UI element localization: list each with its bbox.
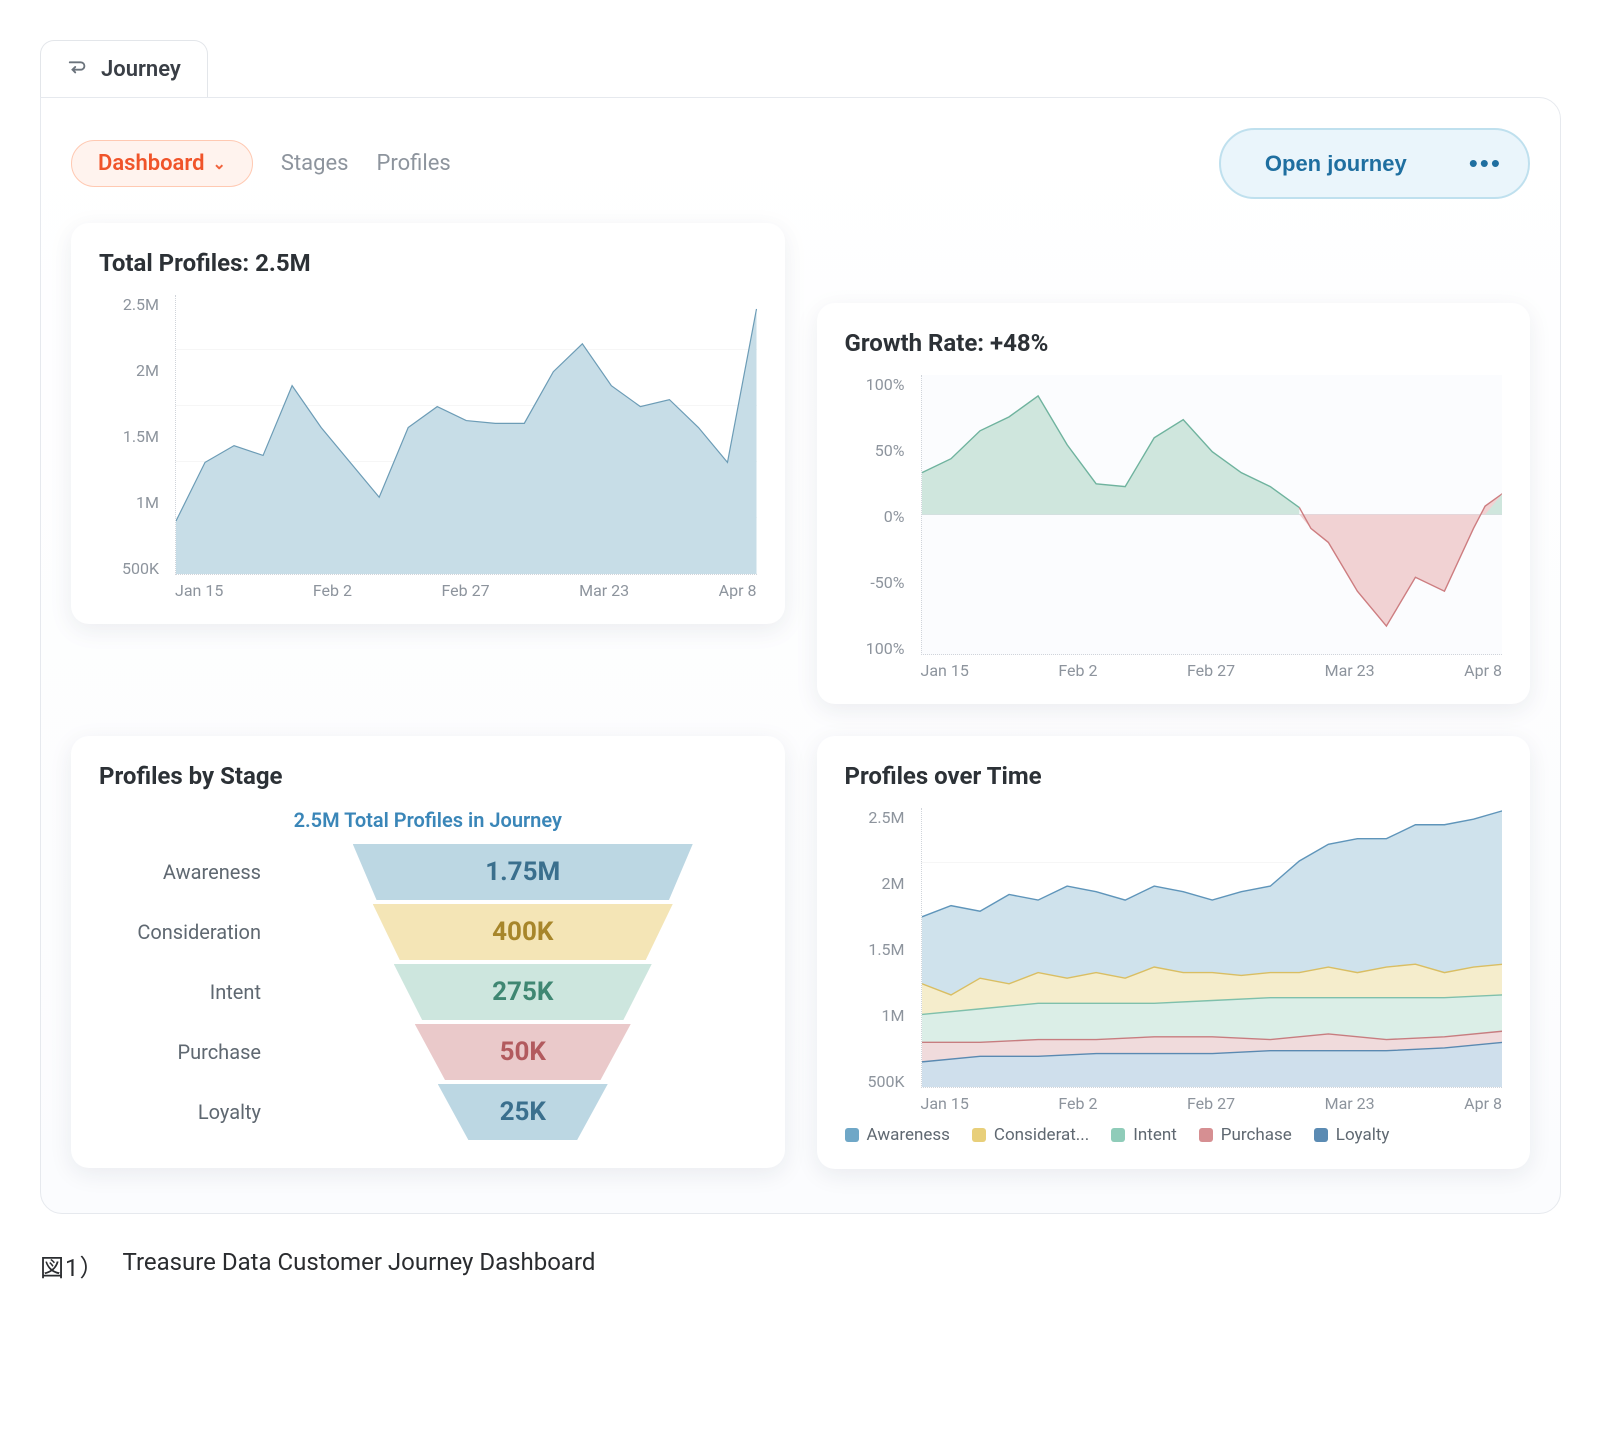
funnel-row-loyalty: Loyalty 25K <box>99 1084 757 1140</box>
y-tick: -50% <box>845 573 905 592</box>
y-tick: 2M <box>845 874 905 893</box>
tab-profiles[interactable]: Profiles <box>377 151 451 176</box>
y-tick: 2.5M <box>99 295 159 314</box>
funnel-label: Consideration <box>99 920 279 944</box>
y-tick: 1.5M <box>99 427 159 446</box>
legend-item-consideration: Considerat... <box>972 1125 1089 1145</box>
y-tick: 50% <box>845 441 905 460</box>
card-profiles-over-time-title: Profiles over Time <box>845 762 1503 790</box>
legend-swatch-icon <box>1199 1128 1213 1142</box>
x-tick: Feb 27 <box>1187 661 1235 680</box>
area-chart <box>922 375 1503 654</box>
y-tick: 2M <box>99 361 159 380</box>
funnel-row-consideration: Consideration 400K <box>99 904 757 960</box>
card-profiles-over-time: Profiles over Time 2.5M 2M 1.5M 1M 500K <box>817 736 1531 1169</box>
main-panel: Dashboard ⌄ Stages Profiles Open journey… <box>40 97 1561 1214</box>
funnel-value: 50K <box>415 1024 631 1080</box>
app-tab-label: Journey <box>101 57 181 82</box>
funnel-label: Intent <box>99 980 279 1004</box>
chart-growth-rate: 100% 50% 0% -50% 100% <box>845 375 1503 680</box>
funnel-row-awareness: Awareness 1.75M <box>99 844 757 900</box>
funnel-value: 275K <box>394 964 652 1020</box>
tab-dashboard-label: Dashboard <box>98 151 204 176</box>
legend-item-purchase: Purchase <box>1199 1125 1292 1145</box>
y-tick: 1M <box>845 1006 905 1025</box>
journey-icon <box>67 55 89 83</box>
funnel-label: Purchase <box>99 1040 279 1064</box>
figure-caption: 図1） Treasure Data Customer Journey Dashb… <box>40 1248 1561 1283</box>
y-tick: 1.5M <box>845 940 905 959</box>
app-tab-journey[interactable]: Journey <box>40 40 208 97</box>
card-profiles-by-stage-title: Profiles by Stage <box>99 762 757 790</box>
x-tick: Mar 23 <box>579 581 629 600</box>
legend-swatch-icon <box>972 1128 986 1142</box>
funnel-row-intent: Intent 275K <box>99 964 757 1020</box>
chart-total-profiles: 2.5M 2M 1.5M 1M 500K Jan 15 <box>99 295 757 600</box>
y-tick: 500K <box>99 559 159 578</box>
legend-swatch-icon <box>845 1128 859 1142</box>
open-journey-button[interactable]: Open journey <box>1225 137 1447 191</box>
x-tick: Apr 8 <box>1464 1094 1502 1113</box>
x-tick: Jan 15 <box>175 581 223 600</box>
legend-item-loyalty: Loyalty <box>1314 1125 1390 1145</box>
figure-number: 図1） <box>40 1248 105 1283</box>
funnel-subtitle: 2.5M Total Profiles in Journey <box>99 808 757 832</box>
y-tick: 500K <box>845 1072 905 1091</box>
journey-actions: Open journey ••• <box>1219 128 1530 199</box>
card-total-profiles: Total Profiles: 2.5M 2.5M 2M 1.5M 1M 500… <box>71 223 785 624</box>
stacked-area-chart <box>922 808 1503 1087</box>
x-tick: Apr 8 <box>1464 661 1502 680</box>
chart-profiles-over-time: 2.5M 2M 1.5M 1M 500K <box>845 808 1503 1113</box>
funnel-row-purchase: Purchase 50K <box>99 1024 757 1080</box>
x-tick: Apr 8 <box>719 581 757 600</box>
x-tick: Feb 27 <box>441 581 489 600</box>
x-tick: Jan 15 <box>921 661 969 680</box>
legend-item-intent: Intent <box>1111 1125 1177 1145</box>
legend-item-awareness: Awareness <box>845 1125 950 1145</box>
card-total-profiles-title: Total Profiles: 2.5M <box>99 249 757 277</box>
funnel-value: 1.75M <box>353 844 693 900</box>
x-tick: Feb 2 <box>313 581 352 600</box>
y-tick: 100% <box>845 375 905 394</box>
chevron-down-icon: ⌄ <box>212 154 225 173</box>
legend: Awareness Considerat... Intent Purchase … <box>845 1125 1503 1145</box>
legend-swatch-icon <box>1314 1128 1328 1142</box>
more-actions-button[interactable]: ••• <box>1447 134 1524 193</box>
figure-text: Treasure Data Customer Journey Dashboard <box>123 1248 596 1283</box>
subnav: Dashboard ⌄ Stages Profiles <box>71 140 451 187</box>
y-tick: 100% <box>845 639 905 658</box>
x-tick: Feb 2 <box>1058 1094 1097 1113</box>
x-tick: Feb 2 <box>1058 661 1097 680</box>
x-tick: Mar 23 <box>1325 1094 1375 1113</box>
x-tick: Jan 15 <box>921 1094 969 1113</box>
funnel-value: 25K <box>438 1084 608 1140</box>
funnel-label: Loyalty <box>99 1100 279 1124</box>
card-growth-rate: Growth Rate: +48% 100% 50% 0% -50% 100% <box>817 303 1531 704</box>
area-chart <box>176 295 757 574</box>
y-tick: 1M <box>99 493 159 512</box>
funnel-label: Awareness <box>99 860 279 884</box>
more-icon: ••• <box>1469 148 1502 179</box>
card-growth-rate-title: Growth Rate: +48% <box>845 329 1503 357</box>
tab-dashboard[interactable]: Dashboard ⌄ <box>71 140 253 187</box>
x-tick: Feb 27 <box>1187 1094 1235 1113</box>
y-tick: 2.5M <box>845 808 905 827</box>
y-tick: 0% <box>845 507 905 526</box>
funnel-value: 400K <box>373 904 673 960</box>
legend-swatch-icon <box>1111 1128 1125 1142</box>
card-profiles-by-stage: Profiles by Stage 2.5M Total Profiles in… <box>71 736 785 1168</box>
tab-stages[interactable]: Stages <box>281 151 349 176</box>
x-tick: Mar 23 <box>1325 661 1375 680</box>
funnel-chart: Awareness 1.75M Consideration 400K Inten… <box>99 844 757 1140</box>
